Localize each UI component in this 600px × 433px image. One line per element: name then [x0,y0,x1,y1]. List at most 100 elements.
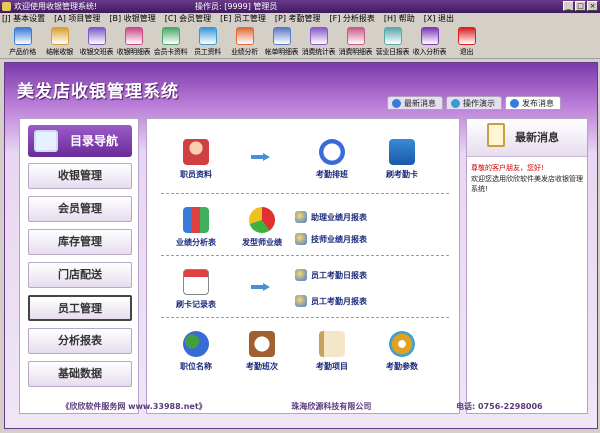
toolbar-button-detail[interactable]: 收银明细表 [115,25,152,59]
toolbar-button-cashier[interactable]: 结帐收银 [41,25,78,59]
tab-demo-label: 操作演示 [463,98,495,108]
toolbar-label: 收银交班表 [79,48,114,56]
clipboard-icon [487,123,505,147]
attendance-shifts-label: 考勤班次 [246,362,278,371]
sidebar-item-basic-data[interactable]: 基础数据 [28,361,132,387]
attendance-params-button[interactable]: 考勤参数 [367,331,437,372]
sidebar-heading: 目录导航 [28,125,132,157]
attendance-shifts-button[interactable]: 考勤班次 [227,331,297,372]
close-button[interactable]: × [587,1,598,11]
arrow-icon [251,153,271,161]
main-panel: 美发店收银管理系统 最新消息 操作演示 发布消息 目录导航 收银管理 会员管理 … [4,62,598,429]
tech-monthly-link[interactable]: 技师业绩月报表 [295,233,367,245]
income-icon [420,27,439,45]
toolbar-button-exit[interactable]: 退出 [448,25,485,59]
card-records-button[interactable]: 刷卡记录表 [161,269,231,310]
assistant-monthly-link[interactable]: 助理业绩月报表 [295,211,367,223]
footer-company: 珠海欣源科技有限公司 [291,402,372,411]
stylist-performance-button[interactable]: 发型师业绩 [227,207,297,248]
staff-icon [198,27,217,45]
person-icon [183,139,209,165]
footer-phone: 电话: 0756-2298006 [456,402,543,411]
news-text: 欢迎您选用欣欣软件美发店收银管理系统! [471,175,583,193]
menu-project[interactable]: [A] 项目管理 [54,13,100,25]
sidebar-item-inventory[interactable]: 库存管理 [28,229,132,255]
attendance-params-label: 考勤参数 [386,362,418,371]
position-name-button[interactable]: 职位名称 [161,331,231,372]
toolbar-button-consume[interactable]: 消费明细表 [337,25,374,59]
toolbar-button-performance[interactable]: 业绩分析 [226,25,263,59]
performance-table-label: 业绩分析表 [176,238,216,247]
toolbar-button-stats[interactable]: 消费统计表 [300,25,337,59]
divider [161,193,449,194]
app-title: 美发店收银管理系统 [17,82,179,102]
news-header: 最新消息 [467,119,587,157]
bar-chart-icon [183,207,209,233]
attendance-item-button[interactable]: 考勤项目 [297,331,367,372]
computer-icon [34,130,58,152]
toolbar-button-income[interactable]: 收入分析表 [411,25,448,59]
report-icon [295,233,307,245]
menu-staff[interactable]: [E] 员工管理 [220,13,266,25]
toolbar-label: 业绩分析 [231,48,258,56]
tab-latest-news[interactable]: 最新消息 [387,96,443,110]
performance-table-button[interactable]: 业绩分析表 [161,207,231,248]
toolbar-button-card[interactable]: 会员卡资料 [152,25,189,59]
clock-icon [319,139,345,165]
staff-info-label: 职员资料 [180,170,212,179]
toolbar-button-bill[interactable]: 帐单明细表 [263,25,300,59]
toolbar-label: 消费统计表 [301,48,336,56]
attendance-monthly-label: 员工考勤月报表 [311,296,367,306]
menu-member[interactable]: [C] 会员管理 [165,13,211,25]
menu-exit[interactable]: [X] 退出 [424,13,454,25]
users-icon [183,331,209,357]
sidebar-item-reports[interactable]: 分析报表 [28,328,132,354]
operator-label: 操作员: [9999] 管理员 [195,2,278,11]
toolbar-label: 退出 [459,48,474,56]
toolbar-button-daily[interactable]: 营业日报表 [374,25,411,59]
staff-info-button[interactable]: 职员资料 [161,139,231,180]
minimize-button[interactable]: _ [563,1,574,11]
maximize-button[interactable]: □ [575,1,586,11]
report-icon [295,269,307,281]
stylist-performance-label: 发型师业绩 [242,238,282,247]
toolbar-button-handover[interactable]: 收银交班表 [78,25,115,59]
divider [161,255,449,256]
toolbar: 产品价格 结帐收银 收银交班表 收银明细表 会员卡资料 员工资料 业绩分析 帐单明细表 消费统计… [0,25,600,59]
daily-icon [383,27,402,45]
sidebar-item-delivery[interactable]: 门店配送 [28,262,132,288]
assistant-monthly-label: 助理业绩月报表 [311,212,367,222]
sidebar-item-staff[interactable]: 员工管理 [28,295,132,321]
footer-site-link[interactable]: 《欣欣软件服务网 www.33988.net》 [61,401,206,413]
publish-icon [510,98,519,108]
tab-publish-news[interactable]: 发布消息 [505,96,561,110]
sidebar-item-member[interactable]: 会员管理 [28,196,132,222]
menu-basic-settings[interactable]: [J] 基本设置 [2,13,45,25]
menu-cashier[interactable]: [B] 收银管理 [109,13,155,25]
attendance-shift-label: 考勤排班 [316,170,348,179]
notebook-icon [319,331,345,357]
attendance-shift-button[interactable]: 考勤排班 [297,139,367,180]
sidebar-heading-label: 目录导航 [70,134,119,148]
calendar-icon [183,269,209,295]
toolbar-button-price[interactable]: 产品价格 [4,25,41,59]
menu-attendance[interactable]: [P] 考勤管理 [275,13,321,25]
toolbar-label: 消费明细表 [338,48,373,56]
handover-icon [87,27,106,45]
sidebar: 目录导航 收银管理 会员管理 库存管理 门店配送 员工管理 分析报表 基础数据 [19,118,139,414]
title-bar: 欢迎使用收银管理系统! 操作员: [9999] 管理员 _ □ × [0,0,600,13]
wall-clock-icon [249,331,275,357]
consume-icon [346,27,365,45]
attendance-monthly-link[interactable]: 员工考勤月报表 [295,295,367,307]
attendance-daily-link[interactable]: 员工考勤日报表 [295,269,367,281]
report-icon [295,295,307,307]
menu-reports[interactable]: [F] 分析报表 [330,13,375,25]
toolbar-button-staff[interactable]: 员工资料 [189,25,226,59]
footer: 《欣欣软件服务网 www.33988.net》 珠海欣源科技有限公司 电话: 0… [19,401,585,413]
tab-demo[interactable]: 操作演示 [446,96,502,110]
menu-help[interactable]: [H] 帮助 [384,13,415,25]
app-icon [2,2,11,11]
sidebar-item-cashier[interactable]: 收银管理 [28,163,132,189]
punch-card-button[interactable]: 刷考勤卡 [367,139,437,180]
news-title: 最新消息 [515,131,559,144]
